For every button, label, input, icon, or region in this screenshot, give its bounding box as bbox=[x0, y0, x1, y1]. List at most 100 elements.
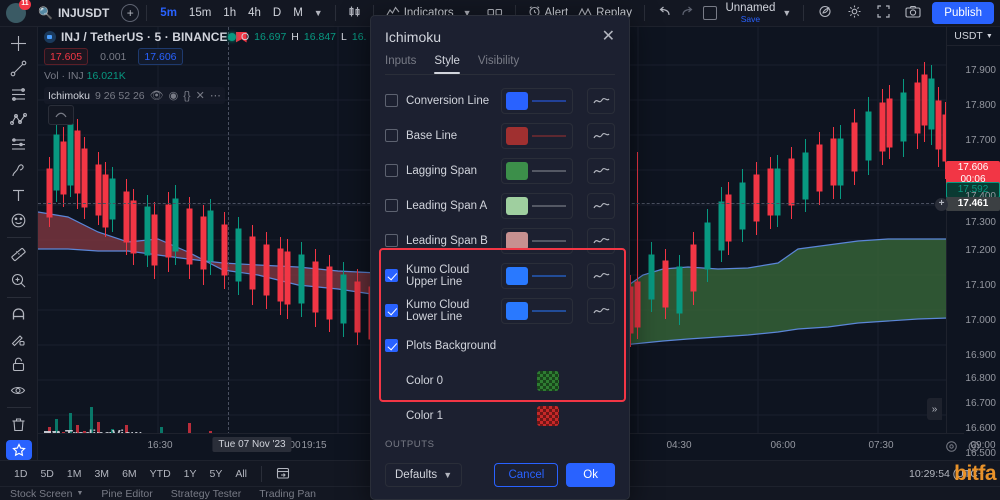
rocket-icon[interactable] bbox=[811, 4, 840, 22]
line-preview[interactable] bbox=[532, 266, 566, 285]
candle-style-button[interactable] bbox=[343, 2, 366, 24]
close-icon[interactable]: ✕ bbox=[602, 29, 615, 45]
hide-drawings-icon[interactable] bbox=[4, 378, 34, 401]
chevron-down-icon[interactable]: ▼ bbox=[777, 8, 796, 18]
checkbox-conversion-line[interactable] bbox=[385, 94, 398, 107]
gear-icon[interactable] bbox=[840, 4, 869, 22]
camera-icon[interactable] bbox=[898, 5, 928, 22]
fullscreen-icon[interactable] bbox=[869, 4, 898, 22]
interval-d[interactable]: D bbox=[267, 4, 287, 22]
range-3m[interactable]: 3M bbox=[88, 465, 115, 483]
redo-button[interactable] bbox=[676, 3, 700, 24]
defaults-dropdown[interactable]: Defaults ▼ bbox=[385, 463, 463, 487]
range-all[interactable]: All bbox=[229, 465, 253, 483]
avatar[interactable]: 11 bbox=[6, 0, 31, 23]
plus-marker-icon[interactable]: + bbox=[935, 198, 948, 211]
line-style-icon[interactable] bbox=[587, 87, 615, 114]
range-1m[interactable]: 1M bbox=[61, 465, 88, 483]
lock-icon[interactable] bbox=[4, 353, 34, 376]
panel-stock-screener[interactable]: Stock Screen ▼ bbox=[10, 488, 83, 500]
magnet-icon[interactable] bbox=[4, 303, 34, 326]
line-style-icon[interactable] bbox=[587, 227, 615, 254]
checkbox-kumo-cloud-upper-line[interactable] bbox=[385, 269, 398, 282]
color-control-leading-span-b[interactable] bbox=[501, 227, 573, 254]
panel-trading-panel[interactable]: Trading Pan bbox=[259, 488, 316, 500]
panel-strategy-tester[interactable]: Strategy Tester bbox=[171, 488, 241, 500]
interval-1h[interactable]: 1h bbox=[217, 4, 242, 22]
layout-save-link[interactable]: Save bbox=[725, 15, 775, 24]
panel-pine-editor[interactable]: Pine Editor bbox=[101, 488, 152, 500]
checkbox-base-line[interactable] bbox=[385, 129, 398, 142]
legend-symbol-title[interactable]: INJ / TetherUS · 5 · BINANCE bbox=[61, 30, 228, 44]
fib-retracement-icon[interactable] bbox=[4, 133, 34, 156]
line-style-icon[interactable] bbox=[587, 157, 615, 184]
legend-indicator-ichimoku[interactable]: Ichimoku 9 26 52 26 👁 ◉ {} ✕ ⋯ bbox=[44, 87, 225, 104]
line-preview[interactable] bbox=[532, 196, 566, 215]
color-swatch[interactable] bbox=[506, 161, 528, 180]
line-style-icon[interactable] bbox=[587, 192, 615, 219]
color-swatch[interactable] bbox=[506, 301, 528, 320]
checkbox-lagging-span[interactable] bbox=[385, 164, 398, 177]
add-symbol-button[interactable]: + bbox=[121, 4, 140, 22]
line-preview[interactable] bbox=[532, 301, 566, 320]
publish-button[interactable]: Publish bbox=[932, 2, 994, 24]
time-axis-settings-icon[interactable] bbox=[945, 440, 958, 456]
range-ytd[interactable]: YTD bbox=[144, 465, 177, 483]
color-control-base-line[interactable] bbox=[501, 122, 573, 149]
color-control-conversion-line[interactable] bbox=[501, 87, 573, 114]
line-preview[interactable] bbox=[532, 161, 566, 180]
tab-style[interactable]: Style bbox=[434, 55, 460, 74]
interval-4h[interactable]: 4h bbox=[242, 4, 267, 22]
legend-symbol-row[interactable]: INJ / TetherUS · 5 · BINANCE bbox=[44, 30, 247, 44]
price-axis[interactable]: USDT ▼ 17.900 17.800 17.700 17.606 00:06… bbox=[935, 27, 1000, 460]
line-preview[interactable] bbox=[532, 231, 566, 250]
color-swatch-color-0[interactable] bbox=[537, 370, 559, 391]
line-preview[interactable] bbox=[532, 91, 566, 110]
price-axis-currency[interactable]: USDT ▼ bbox=[947, 27, 1000, 46]
eye-icon[interactable]: 👁 bbox=[150, 89, 164, 102]
color-control-kumo-lower[interactable] bbox=[501, 297, 573, 324]
range-5d[interactable]: 5D bbox=[34, 465, 59, 483]
trash-icon[interactable] bbox=[4, 413, 34, 436]
range-6m[interactable]: 6M bbox=[116, 465, 143, 483]
tab-inputs[interactable]: Inputs bbox=[385, 55, 416, 74]
line-style-icon[interactable] bbox=[587, 262, 615, 289]
color-swatch[interactable] bbox=[506, 231, 528, 250]
layout-square-icon[interactable] bbox=[703, 6, 718, 20]
undo-button[interactable] bbox=[652, 3, 676, 24]
color-swatch[interactable] bbox=[506, 196, 528, 215]
zoom-in-icon[interactable] bbox=[4, 268, 34, 291]
interval-5m[interactable]: 5m bbox=[154, 4, 183, 22]
interval-m[interactable]: M bbox=[287, 4, 309, 22]
source-code-icon[interactable]: {} bbox=[183, 90, 190, 102]
color-control-leading-span-a[interactable] bbox=[501, 192, 573, 219]
color-swatch[interactable] bbox=[506, 266, 528, 285]
more-options-icon[interactable]: ⋯ bbox=[210, 89, 221, 102]
text-tool-icon[interactable] bbox=[4, 184, 34, 207]
line-style-icon[interactable] bbox=[587, 297, 615, 324]
layout-name-button[interactable]: Unnamed Save bbox=[725, 2, 775, 24]
drawing-mode-icon[interactable] bbox=[4, 328, 34, 351]
emoji-icon[interactable] bbox=[4, 209, 34, 232]
tab-visibility[interactable]: Visibility bbox=[478, 55, 519, 74]
checkbox-leading-span-a[interactable] bbox=[385, 199, 398, 212]
trend-line-icon[interactable] bbox=[4, 57, 34, 80]
line-style-icon[interactable] bbox=[587, 122, 615, 149]
interval-15m[interactable]: 15m bbox=[183, 4, 217, 22]
ok-button[interactable]: Ok bbox=[566, 463, 615, 487]
goto-date-icon[interactable] bbox=[270, 466, 296, 482]
checkbox-plots-background[interactable] bbox=[385, 339, 398, 352]
range-5y[interactable]: 5Y bbox=[204, 465, 229, 483]
line-preview[interactable] bbox=[532, 126, 566, 145]
color-swatch[interactable] bbox=[506, 91, 528, 110]
close-icon[interactable]: ✕ bbox=[196, 89, 205, 102]
range-1d[interactable]: 1D bbox=[8, 465, 33, 483]
brush-icon[interactable] bbox=[4, 158, 34, 181]
indicator-settings-dialog[interactable]: Ichimoku ✕ Inputs Style Visibility Conve… bbox=[370, 15, 630, 500]
horizontal-lines-icon[interactable] bbox=[4, 83, 34, 106]
color-control-lagging-span[interactable] bbox=[501, 157, 573, 184]
crosshair-icon[interactable] bbox=[4, 32, 34, 55]
color-swatch[interactable] bbox=[506, 126, 528, 145]
color-control-kumo-upper[interactable] bbox=[501, 262, 573, 289]
collapse-pane-button[interactable] bbox=[48, 105, 74, 125]
